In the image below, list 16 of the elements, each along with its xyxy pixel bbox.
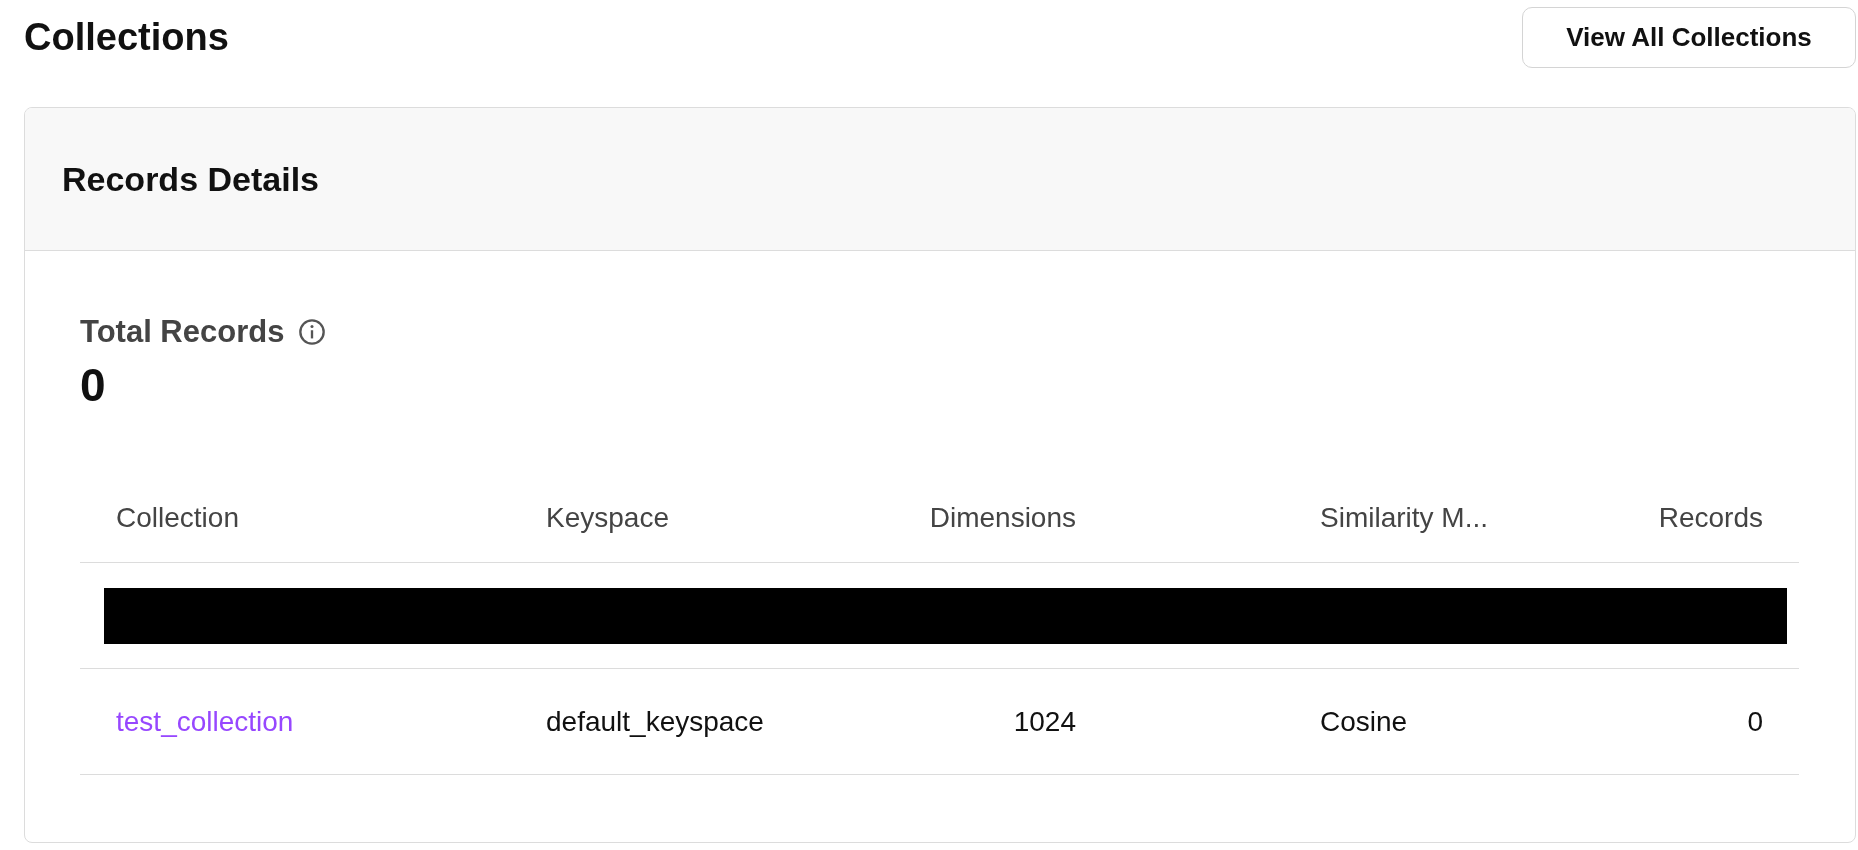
table-cell: default_keyspace (546, 705, 764, 738)
card-title: Records Details (62, 159, 319, 199)
total-records-label: Total Records (80, 314, 285, 350)
column-header: Collection (116, 502, 239, 534)
collection-link[interactable]: test_collection (116, 705, 294, 738)
view-all-collections-button[interactable]: View All Collections (1522, 7, 1856, 68)
column-header: Keyspace (546, 502, 669, 534)
table-cell: Cosine (1320, 705, 1408, 738)
column-header: Similarity M... (1320, 502, 1488, 534)
page-title: Collections (24, 16, 229, 59)
column-header: Dimensions (929, 502, 1076, 534)
table-cell: 0 (1747, 705, 1763, 738)
column-header: Records (1658, 502, 1763, 534)
total-records-value: 0 (80, 358, 107, 412)
table-cell: 1024 (1013, 705, 1076, 738)
info-icon[interactable] (298, 318, 327, 346)
